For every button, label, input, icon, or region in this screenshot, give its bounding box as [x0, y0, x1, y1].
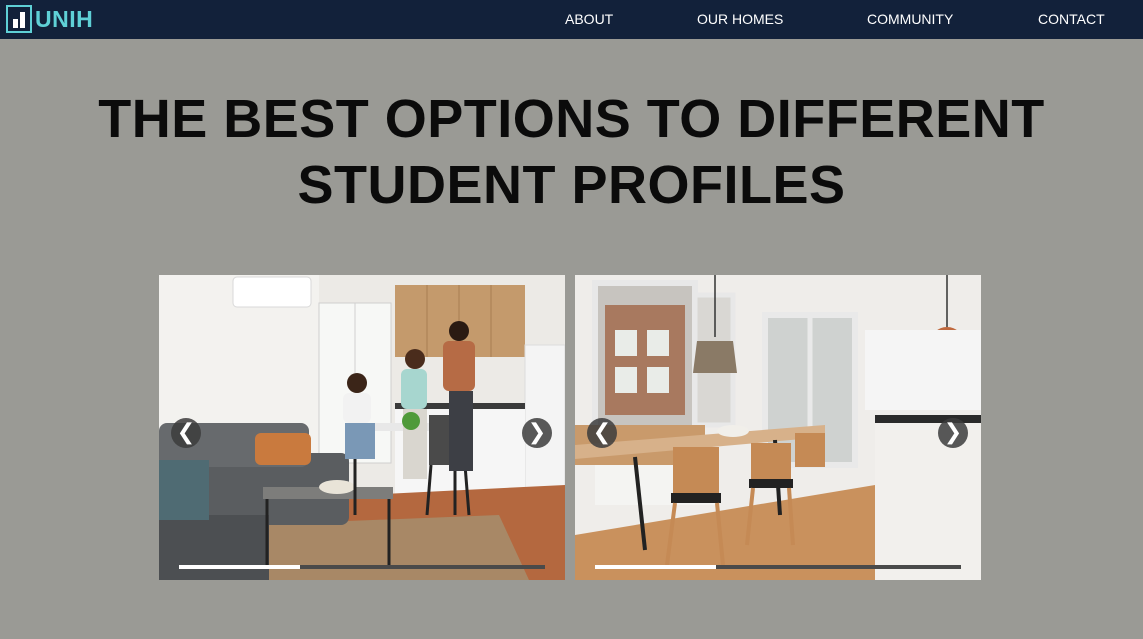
carousel-2-prev-button[interactable]: ❮ — [587, 418, 617, 448]
hero-title: THE BEST OPTIONS TO DIFFERENT STUDENT PR… — [0, 86, 1143, 218]
logo-bars-icon — [6, 5, 32, 33]
carousel-2-next-button[interactable]: ❯ — [938, 418, 968, 448]
carousel-1-prev-button[interactable]: ❮ — [171, 418, 201, 448]
carousel-2-progress-bar — [595, 565, 961, 569]
chevron-right-icon: ❯ — [527, 419, 547, 444]
site-header: UNIH ABOUT OUR HOMES COMMUNITY CONTACT — [0, 0, 1143, 39]
hero-title-line-1: THE BEST OPTIONS TO DIFFERENT — [98, 89, 1045, 149]
nav-community-link[interactable]: COMMUNITY — [867, 11, 953, 28]
main-nav: ABOUT OUR HOMES COMMUNITY CONTACT — [443, 0, 1143, 39]
carousel-1-next-button[interactable]: ❯ — [522, 418, 552, 448]
brand-name: UNIH — [35, 6, 94, 32]
nav-contact-link[interactable]: CONTACT — [1038, 11, 1105, 28]
brand-logo[interactable]: UNIH — [6, 5, 93, 33]
chevron-left-icon: ❮ — [592, 419, 612, 444]
home-carousel-1: ❮ ❯ — [159, 275, 565, 580]
carousel-photo-kitchen-living — [159, 275, 565, 580]
carousel-1-progress-bar — [179, 565, 545, 569]
nav-about-link[interactable]: ABOUT — [565, 11, 613, 28]
home-carousel-2: ❮ ❯ — [575, 275, 981, 580]
chevron-left-icon: ❮ — [176, 419, 196, 444]
carousel-photo-dining-kitchen — [575, 275, 981, 580]
nav-our-homes-link[interactable]: OUR HOMES — [697, 11, 783, 28]
carousel-1-progress-fill — [179, 565, 300, 569]
hero-title-line-2: STUDENT PROFILES — [297, 155, 846, 215]
carousel-2-progress-fill — [595, 565, 716, 569]
chevron-right-icon: ❯ — [943, 419, 963, 444]
